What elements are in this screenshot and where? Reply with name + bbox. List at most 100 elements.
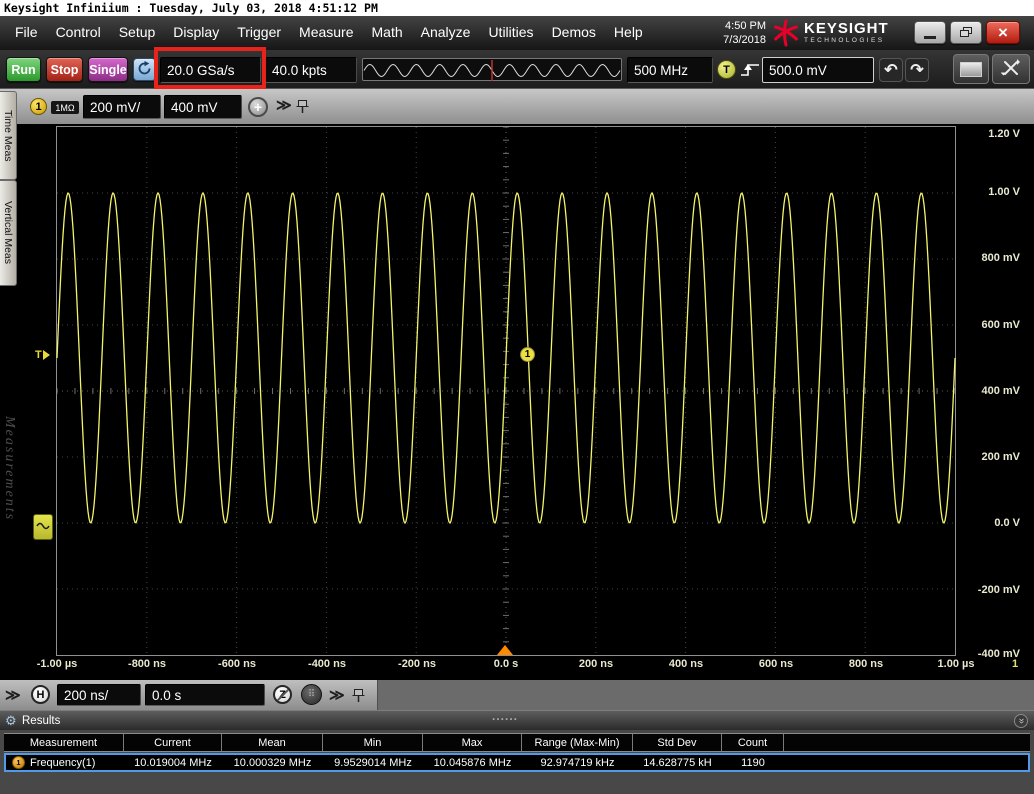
tab-vertical-measurements[interactable]: Vertical Meas [0,180,17,286]
y-axis-label: 400 mV [958,385,1020,397]
window-titlebar: Keysight Infiniium : Tuesday, July 03, 2… [0,0,1034,16]
screen-icon [960,62,982,77]
column-header: Measurement [4,734,124,751]
collapse-chevron-icon[interactable]: » [1014,714,1028,728]
trigger-source-badge[interactable]: T [717,60,736,79]
acquisition-preview[interactable] [362,58,622,81]
pin-icon[interactable] [296,99,309,119]
menubar: File Control Setup Display Trigger Measu… [0,16,1034,50]
clock-time: 4:50 PM [696,19,766,33]
x-axis-label: 200 ns [558,658,634,670]
trigger-level-box[interactable]: 500.0 mV [762,57,874,83]
column-header: Max [423,734,522,751]
collapse-glyph: » [1016,718,1026,724]
horizontal-badge[interactable]: H [31,685,50,704]
redo-button[interactable]: ↷ [905,58,929,82]
channel1-offset-box[interactable]: 400 mV [164,95,242,119]
menu-item-control[interactable]: Control [47,16,110,50]
impedance-badge: 1MΩ [51,101,79,114]
close-icon: × [998,24,1008,41]
menu-item-setup[interactable]: Setup [110,16,165,50]
y-axis-label: 1.00 V [958,186,1020,198]
axis-channel-indicator: 1 [1012,658,1018,670]
menu-item-file[interactable]: File [6,16,47,50]
stop-button[interactable]: Stop [46,57,83,82]
results-row-frequency[interactable]: 1 Frequency(1) 10.019004 MHz 10.000329 M… [4,753,1030,772]
menu-item-help[interactable]: Help [605,16,652,50]
results-table: Measurement Current Mean Min Max Range (… [4,733,1030,772]
memory-depth-box[interactable]: 40.0 kpts [265,57,357,83]
column-header: Count [722,734,784,751]
expand-chevrons-icon[interactable]: ≫ [329,688,345,703]
maximize-icon [960,27,973,38]
maximize-button[interactable] [950,21,982,44]
toolbar: Run Stop Single 20.0 GSa/s 40.0 kpts 500… [0,50,1034,88]
column-header: Std Dev [633,734,722,751]
waveform-area: Measurements T 1 1.20 V 1.00 V 800 mV 60… [0,124,1034,680]
single-button[interactable]: Single [88,57,128,82]
undo-icon: ↶ [884,60,897,80]
waveform-display[interactable] [56,126,956,656]
autoscale-button[interactable] [992,54,1030,84]
undo-button[interactable]: ↶ [879,58,903,82]
channel1-scale-box[interactable]: 200 mV/ [83,95,161,119]
x-axis-label: 1.00 µs [918,658,994,670]
run-button[interactable]: Run [6,57,41,82]
measurement-name: Frequency(1) [30,757,95,769]
results-table-header: Measurement Current Mean Min Max Range (… [4,733,1030,752]
y-axis-label: 600 mV [958,319,1020,331]
results-header: ⚙ Results ...... » [0,710,1034,730]
mean-cell: 10.000329 MHz [222,755,323,770]
range-cell: 92.974719 kHz [522,755,633,770]
keysight-logo: KEYSIGHT TECHNOLOGIES [772,18,904,48]
horizontal-position-box[interactable]: 0.0 s [145,684,265,706]
x-axis-label: -1.00 µs [19,658,95,670]
redo-icon: ↷ [910,60,923,80]
x-axis-label: -800 ns [109,658,185,670]
measurement-cell: 1 Frequency(1) [6,755,124,770]
minimize-button[interactable] [914,21,946,44]
menu-item-demos[interactable]: Demos [543,16,605,50]
x-axis-label: 800 ns [828,658,904,670]
gear-icon[interactable]: ⚙ [5,713,17,729]
logo-name: KEYSIGHT [804,20,889,37]
drag-handle-dots[interactable]: ...... [492,709,518,723]
refresh-button[interactable] [133,58,156,81]
tab-time-measurements[interactable]: Time Meas [0,91,17,180]
display-settings-button[interactable] [953,54,989,84]
logo-sub: TECHNOLOGIES [804,37,889,44]
channel1-ground-marker[interactable] [33,514,53,540]
intensity-knob[interactable]: ⠿ [301,684,322,705]
trigger-time-marker[interactable] [497,645,513,655]
pin-icon[interactable] [352,688,365,708]
acquisition-preview-waveform [363,59,621,82]
x-axis-label: -600 ns [199,658,275,670]
menu-item-math[interactable]: Math [363,16,412,50]
column-header: Mean [222,734,323,751]
menu-item-display[interactable]: Display [164,16,228,50]
expand-chevrons-icon[interactable]: ≫ [276,98,292,113]
y-axis-label: 800 mV [958,252,1020,264]
bandwidth-box[interactable]: 500 MHz [627,57,713,83]
x-axis-label: 600 ns [738,658,814,670]
expand-chevrons-icon[interactable]: ≫ [5,688,21,703]
add-channel-button[interactable]: + [248,97,268,117]
menu-item-utilities[interactable]: Utilities [479,16,542,50]
menu-item-measure[interactable]: Measure [290,16,362,50]
close-button[interactable]: × [986,21,1020,44]
trigger-edge-icon[interactable] [740,61,760,83]
keysight-spark-icon [772,19,800,52]
sample-rate-box[interactable]: 20.0 GSa/s [160,57,261,83]
menu-item-analyze[interactable]: Analyze [412,16,480,50]
column-header: Range (Max-Min) [522,734,633,751]
column-header: Min [323,734,423,751]
results-title: Results [22,711,60,731]
measurement-badge: 1 [12,756,25,769]
channel1-badge[interactable]: 1 [30,98,47,115]
refresh-icon [137,61,152,79]
trigger-level-marker[interactable]: T [35,349,50,361]
minimize-icon [924,36,936,39]
menu-item-trigger[interactable]: Trigger [228,16,290,50]
timebase-box[interactable]: 200 ns/ [57,684,141,706]
zoom-disabled-badge[interactable]: Z [273,685,292,704]
